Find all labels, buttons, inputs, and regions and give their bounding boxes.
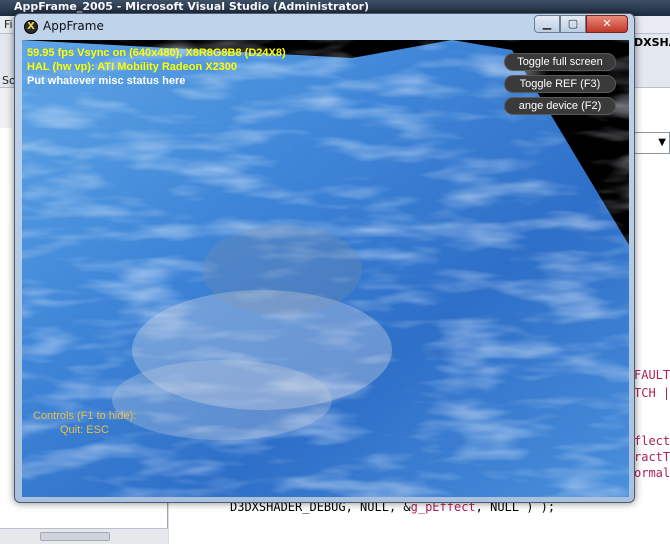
horizontal-scrollbar[interactable] — [0, 528, 168, 544]
toggle-ref-button[interactable]: Toggle REF (F3) — [504, 75, 616, 93]
window-title: AppFrame — [43, 19, 104, 33]
close-icon: ✕ — [602, 17, 612, 30]
controls-help: Controls (F1 to hide): — [33, 410, 137, 422]
fps-status: 59.95 fps Vsync on (640x480), X8R8G8B8 (… — [27, 47, 286, 59]
render-viewport[interactable]: 59.95 fps Vsync on (640x480), X8R8G8B8 (… — [22, 40, 629, 497]
appframe-title-bar[interactable]: X AppFrame ▁ ▢ ✕ — [15, 14, 634, 40]
minimize-icon: ▁ — [542, 17, 552, 30]
code-fragment: TCH | I — [634, 386, 670, 400]
misc-status: Put whatever misc status here — [27, 75, 186, 87]
maximize-icon: ▢ — [567, 17, 579, 30]
side-tab[interactable] — [0, 88, 12, 128]
change-device-button[interactable]: ange device (F2) — [504, 97, 616, 115]
close-button[interactable]: ✕ — [586, 15, 628, 33]
directx-x-icon: X — [24, 20, 38, 34]
code-fragment: ormalT — [634, 466, 670, 480]
code-fragment: ractTe — [634, 450, 670, 464]
scrollbar-thumb[interactable] — [40, 532, 110, 541]
caption-buttons: ▁ ▢ ✕ — [534, 15, 628, 33]
menu-file-partial[interactable]: Fi — [4, 18, 13, 31]
chevron-down-icon: ▼ — [658, 137, 666, 148]
toggle-fullscreen-button[interactable]: Toggle full screen — [504, 53, 616, 71]
code-fragment: FAULT — [634, 368, 670, 382]
device-status: HAL (hw vp): ATI Mobility Radeon X2300 — [27, 61, 238, 73]
document-tab-partial[interactable]: DXSHA — [634, 36, 670, 49]
maximize-button[interactable]: ▢ — [560, 15, 586, 33]
quit-help: Quit: ESC — [60, 424, 109, 436]
minimize-button[interactable]: ▁ — [534, 15, 560, 33]
code-fragment: flectTe — [634, 434, 670, 448]
appframe-window: X AppFrame ▁ ▢ ✕ 59.95 fps Vsync on (640… — [14, 13, 635, 503]
